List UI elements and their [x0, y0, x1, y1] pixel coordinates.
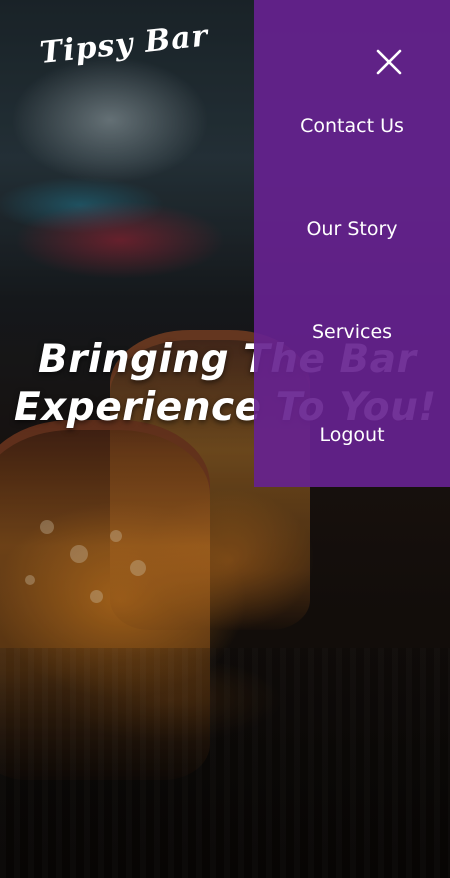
menu-item-services[interactable]: Services	[254, 320, 450, 344]
close-menu-button[interactable]	[374, 47, 404, 77]
menu-item-logout[interactable]: Logout	[254, 423, 450, 447]
page: Tipsy Bar Bringing The Bar Experience To…	[0, 0, 450, 878]
close-icon	[376, 49, 402, 75]
menu-item-our-story[interactable]: Our Story	[254, 217, 450, 241]
menu-item-contact-us[interactable]: Contact Us	[254, 114, 450, 138]
mobile-menu-panel: Contact Us Our Story Services Logout	[254, 0, 450, 487]
